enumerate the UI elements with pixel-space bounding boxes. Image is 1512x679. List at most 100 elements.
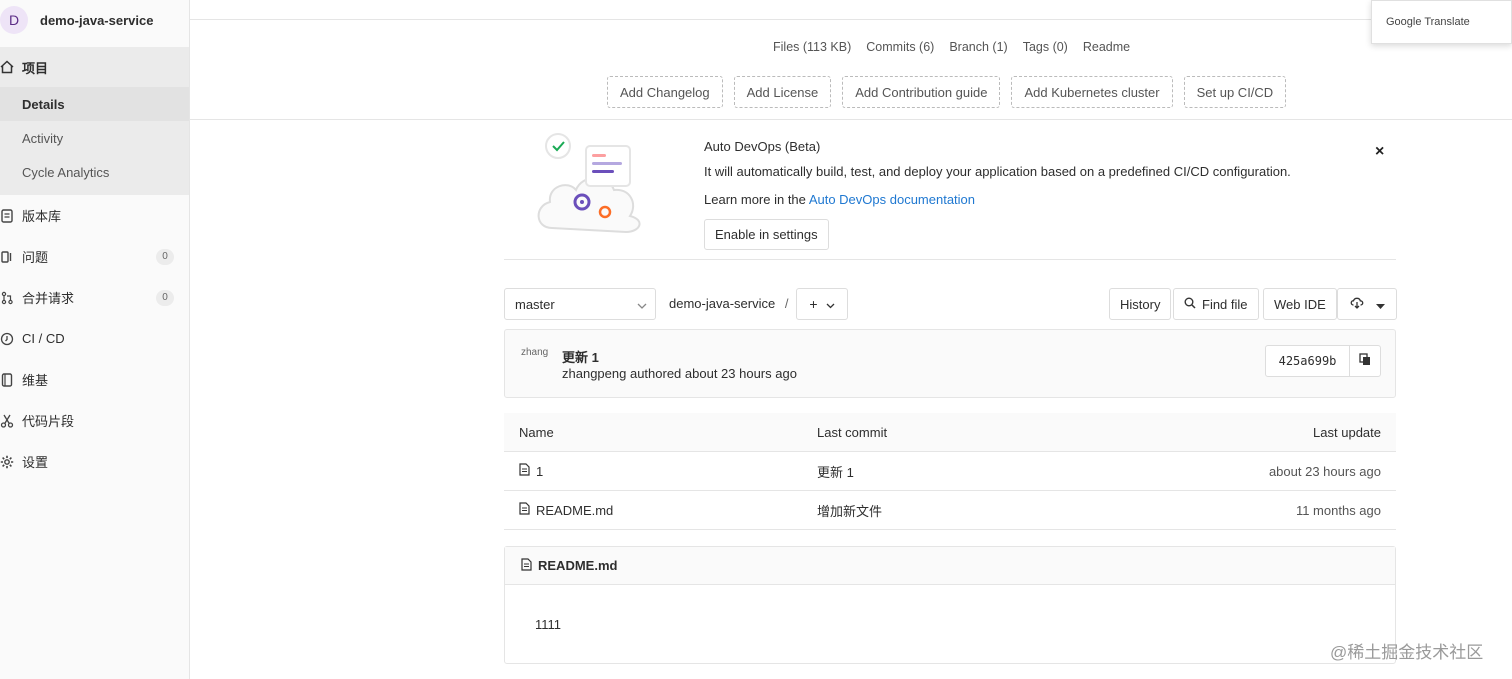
history-button[interactable]: History (1109, 288, 1172, 320)
last-commit-panel: zhang 更新 1 zhangpeng authored about 23 h… (504, 329, 1396, 398)
sidebar-item-ci-cd[interactable]: CI / CD (0, 318, 189, 359)
commit-author[interactable]: zhangpeng (562, 366, 626, 381)
file-tree-table: Name Last commit Last update 1 更新 1 abou… (504, 413, 1396, 530)
file-name-link[interactable]: 1 (536, 464, 543, 479)
sidebar-item-label: 问题 (22, 250, 49, 265)
add-file-dropdown[interactable]: + (796, 288, 848, 320)
project-name[interactable]: demo-java-service (40, 13, 153, 28)
chevron-down-icon (637, 297, 647, 312)
col-last-commit-header: Last commit (817, 424, 888, 440)
divider (190, 119, 1512, 120)
sidebar-item-label: 维基 (22, 373, 49, 388)
sidebar-item-snippets[interactable]: 代码片段 (0, 400, 189, 441)
download-dropdown[interactable] (1337, 288, 1397, 320)
devops-title: Auto DevOps (Beta) (704, 139, 821, 154)
sidebar-item-label: 项目 (22, 60, 49, 76)
readme-content: 1111 (535, 617, 562, 632)
sidebar-item-issues[interactable]: 问题 0 (0, 236, 189, 277)
divider (504, 259, 1396, 260)
search-icon (1184, 297, 1196, 312)
sidebar-item-label: CI / CD (22, 331, 65, 346)
merge-request-icon (0, 291, 14, 305)
sidebar-item-wiki[interactable]: 维基 (0, 359, 189, 400)
issues-icon (0, 250, 14, 264)
sidebar-item-project[interactable]: 项目 (0, 47, 189, 87)
table-row[interactable]: 1 更新 1 about 23 hours ago (504, 452, 1396, 491)
commit-sha-group: 425a699b (1265, 345, 1381, 377)
commit-meta: zhangpeng authored about 23 hours ago (562, 366, 797, 381)
sidebar-item-label: 设置 (22, 455, 49, 470)
tags-stat-link[interactable]: Tags (0) (1023, 40, 1068, 54)
file-last-update: about 23 hours ago (1268, 463, 1381, 479)
commit-title[interactable]: 更新 1 (562, 347, 599, 366)
add-changelog-button[interactable]: Add Changelog (607, 76, 723, 108)
add-contribution-guide-button[interactable]: Add Contribution guide (842, 76, 1001, 108)
breadcrumb-project[interactable]: demo-java-service (669, 296, 775, 311)
commit-sha[interactable]: 425a699b (1266, 346, 1350, 376)
breadcrumb-separator: / (784, 296, 789, 311)
plus-icon: + (809, 296, 818, 312)
sidebar-subnav: Details Activity Cycle Analytics (0, 87, 189, 195)
devops-description: It will automatically build, test, and d… (704, 164, 1291, 179)
file-name-link[interactable]: README.md (536, 503, 613, 518)
readme-header: README.md (505, 547, 1395, 585)
file-last-commit[interactable]: 更新 1 (817, 462, 1117, 481)
top-divider (190, 19, 1512, 20)
sidebar-subitem-activity[interactable]: Activity (0, 121, 189, 155)
file-icon (519, 463, 530, 479)
sidebar: D demo-java-service 项目 Details Activity … (0, 0, 190, 679)
project-stats: Files (113 KB) Commits (6) Branch (1) Ta… (773, 40, 1130, 54)
table-header: Name Last commit Last update (504, 413, 1396, 452)
file-last-update: 11 months ago (1295, 502, 1381, 518)
commit-author-avatar[interactable]: zhang (521, 346, 553, 378)
file-icon (519, 502, 530, 518)
branch-select[interactable]: master (504, 288, 656, 320)
commits-stat-link[interactable]: Commits (6) (866, 40, 934, 54)
table-row[interactable]: README.md 增加新文件 11 months ago (504, 491, 1396, 530)
download-icon (1350, 297, 1364, 312)
project-header[interactable]: D demo-java-service (0, 0, 189, 40)
sidebar-item-settings[interactable]: 设置 (0, 441, 189, 482)
devops-docs-link[interactable]: Auto DevOps documentation (809, 192, 975, 207)
close-icon[interactable]: × (1375, 143, 1384, 161)
watermark: @稀土掘金技术社区 (1330, 643, 1484, 662)
gear-icon (0, 455, 14, 469)
file-last-commit[interactable]: 增加新文件 (817, 501, 1117, 520)
breadcrumb: demo-java-service / (669, 296, 788, 311)
sidebar-subitem-details[interactable]: Details (0, 87, 189, 121)
devops-learn-prefix: Learn more in the (704, 192, 806, 207)
sidebar-item-label: 版本库 (22, 209, 62, 224)
quick-actions: Add Changelog Add License Add Contributi… (607, 76, 1287, 108)
find-file-button[interactable]: Find file (1173, 288, 1259, 320)
web-ide-button[interactable]: Web IDE (1263, 288, 1337, 320)
rocket-icon (0, 332, 14, 346)
sidebar-item-merge-requests[interactable]: 合并请求 0 (0, 277, 189, 318)
sidebar-subitem-cycle-analytics[interactable]: Cycle Analytics (0, 155, 189, 189)
find-file-label: Find file (1202, 296, 1248, 312)
sidebar-item-repository[interactable]: 版本库 (0, 195, 189, 236)
branch-name: master (515, 296, 555, 312)
copy-icon (1359, 353, 1371, 369)
readme-panel: README.md 1111 (504, 546, 1396, 664)
home-icon (0, 60, 14, 74)
add-license-button[interactable]: Add License (733, 76, 832, 108)
readme-filename[interactable]: README.md (538, 558, 617, 573)
caret-down-icon (1375, 297, 1385, 312)
copy-sha-button[interactable] (1350, 346, 1380, 376)
book-icon (0, 372, 14, 387)
web-ide-label: Web IDE (1274, 296, 1326, 312)
branch-stat-link[interactable]: Branch (1) (949, 40, 1007, 54)
enable-in-settings-button[interactable]: Enable in settings (704, 219, 829, 250)
readme-stat-link[interactable]: Readme (1083, 40, 1130, 54)
file-icon (521, 557, 532, 574)
add-kubernetes-cluster-button[interactable]: Add Kubernetes cluster (1011, 76, 1173, 108)
chevron-down-icon (826, 296, 835, 312)
project-avatar: D (0, 6, 28, 34)
repo-icon (0, 208, 14, 223)
sidebar-item-label: 代码片段 (22, 414, 75, 429)
setup-ci-cd-button[interactable]: Set up CI/CD (1183, 76, 1287, 108)
google-translate-popup[interactable]: Google Translate (1371, 0, 1512, 44)
files-stat-link[interactable]: Files (113 KB) (773, 40, 851, 54)
scissors-icon (0, 414, 14, 428)
devops-learn-more: Learn more in the Auto DevOps documentat… (704, 192, 975, 207)
